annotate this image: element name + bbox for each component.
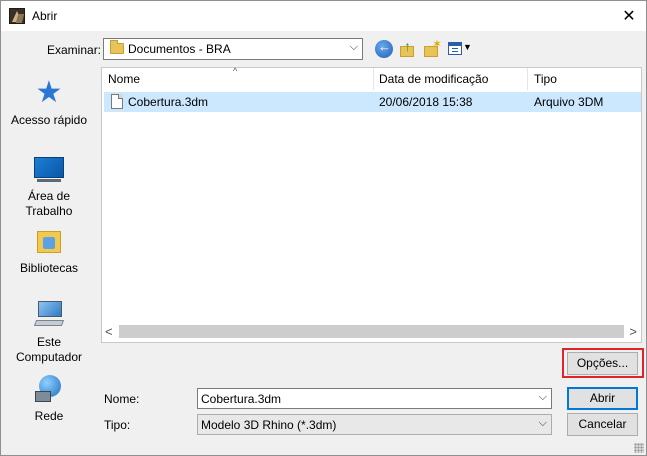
file-type-dropdown[interactable]: Modelo 3D Rhino (*.3dm) ⌵ xyxy=(197,414,552,435)
file-name: Cobertura.3dm xyxy=(128,95,209,109)
file-list[interactable]: ^ Nome Data de modificação Tipo Cobertur… xyxy=(101,66,642,343)
place-network[interactable]: Rede xyxy=(5,373,93,424)
view-menu-icon[interactable]: ▼ xyxy=(447,40,472,58)
file-icon xyxy=(111,94,123,109)
title-bar: Abrir ✕ xyxy=(1,1,646,31)
scroll-left-icon[interactable]: < xyxy=(105,324,113,339)
window-title: Abrir xyxy=(32,9,58,23)
close-button[interactable]: ✕ xyxy=(612,1,646,31)
desktop-icon xyxy=(33,153,65,185)
open-button[interactable]: Abrir xyxy=(567,387,638,410)
file-row[interactable]: Cobertura.3dm 20/06/2018 15:38 Arquivo 3… xyxy=(104,92,641,112)
cancel-button[interactable]: Cancelar xyxy=(567,413,638,436)
column-header-name[interactable]: Nome xyxy=(108,72,140,86)
look-in-value: Documentos - BRA xyxy=(128,42,231,56)
column-divider[interactable] xyxy=(527,68,528,90)
folder-icon xyxy=(110,40,124,54)
place-desktop[interactable]: Área de Trabalho xyxy=(5,153,93,219)
column-header-modified[interactable]: Data de modificação xyxy=(379,72,488,86)
column-header-row: ^ Nome Data de modificação Tipo xyxy=(102,66,641,90)
chevron-down-icon[interactable]: ⌵ xyxy=(539,391,547,404)
place-label: Área de Trabalho xyxy=(25,189,73,218)
file-modified: 20/06/2018 15:38 xyxy=(379,95,473,109)
rhino-app-icon xyxy=(9,8,25,24)
new-folder-icon[interactable]: ✶ xyxy=(423,37,442,58)
places-bar: ★ Acesso rápido Área de Trabalho Bibliot… xyxy=(5,67,93,447)
up-folder-icon[interactable]: ↑ xyxy=(399,38,417,58)
place-this-pc[interactable]: Este Computador xyxy=(5,299,93,365)
look-in-dropdown[interactable]: Documentos - BRA ⌵ xyxy=(103,38,363,60)
column-header-type[interactable]: Tipo xyxy=(534,72,557,86)
file-name-input[interactable]: Cobertura.3dm ⌵ xyxy=(197,388,552,409)
open-file-dialog: Abrir ✕ Examinar: Documentos - BRA ⌵ ↑ ✶… xyxy=(0,0,647,456)
file-type-value: Modelo 3D Rhino (*.3dm) xyxy=(201,418,337,432)
options-button[interactable]: Opções... xyxy=(567,352,638,375)
type-label: Tipo: xyxy=(104,418,131,432)
back-icon[interactable] xyxy=(375,39,393,58)
resize-grip-icon[interactable] xyxy=(634,443,644,453)
place-label: Bibliotecas xyxy=(19,261,79,275)
file-type: Arquivo 3DM xyxy=(534,95,604,109)
scroll-right-icon[interactable]: > xyxy=(629,324,637,339)
place-label: Acesso rápido xyxy=(10,113,88,127)
libraries-icon xyxy=(33,225,65,257)
place-label: Este Computador xyxy=(15,335,83,364)
file-name-value: Cobertura.3dm xyxy=(201,392,282,406)
column-divider[interactable] xyxy=(373,68,374,90)
sort-indicator: ^ xyxy=(233,66,238,76)
network-icon xyxy=(33,373,65,405)
chevron-down-icon: ⌵ xyxy=(349,41,358,53)
horizontal-scrollbar[interactable]: < > xyxy=(102,322,641,342)
place-quick-access[interactable]: ★ Acesso rápido xyxy=(5,77,93,128)
star-icon: ★ xyxy=(35,76,63,109)
place-label: Rede xyxy=(34,409,64,423)
chevron-down-icon: ⌵ xyxy=(538,417,547,429)
look-in-label: Examinar: xyxy=(47,43,102,57)
name-label: Nome: xyxy=(104,392,140,406)
scrollbar-thumb[interactable] xyxy=(119,325,624,338)
place-libraries[interactable]: Bibliotecas xyxy=(5,225,93,276)
computer-icon xyxy=(33,299,65,331)
